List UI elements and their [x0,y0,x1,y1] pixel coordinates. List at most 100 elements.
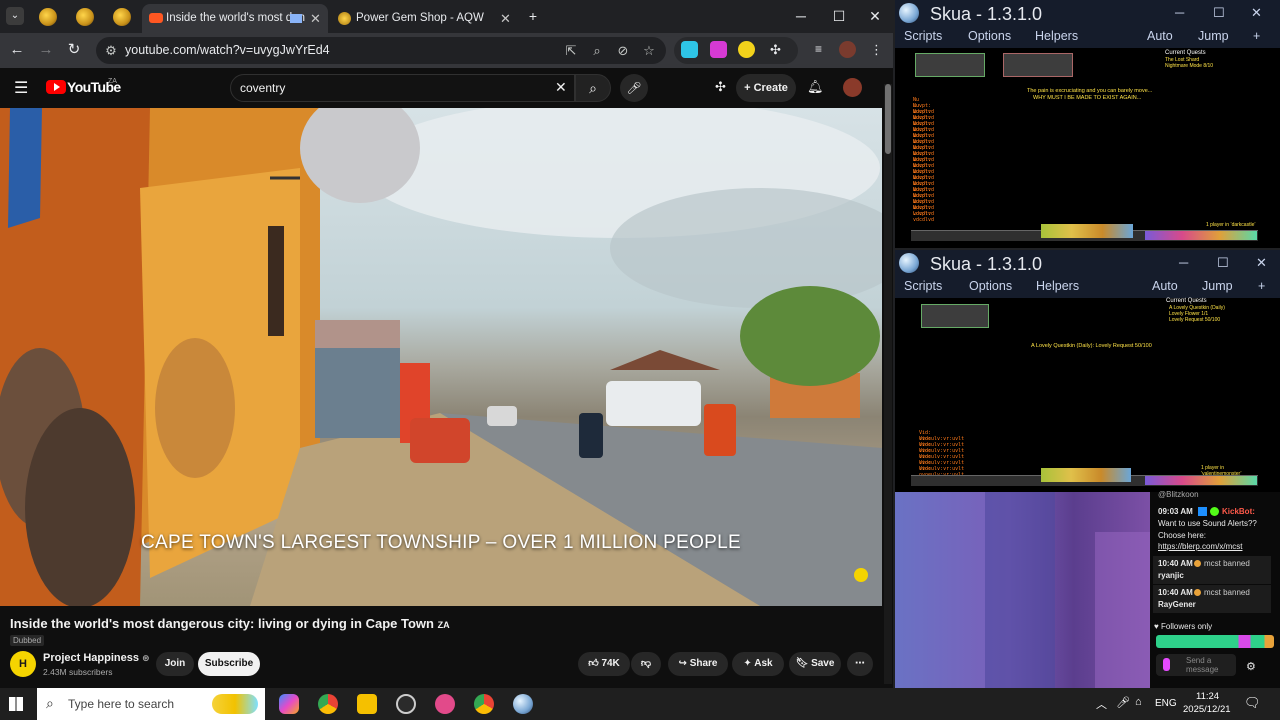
tray-microphone-icon[interactable]: 🎤︎ [1116,696,1130,709]
join-button[interactable]: Join [156,652,194,676]
skua-menu-helpers[interactable]: Helpers [1035,29,1078,43]
minimize-button[interactable]: ─ [790,6,812,26]
search-button[interactable]: ⌕ [575,74,611,102]
skua-menu-jump[interactable]: Jump [1198,29,1229,43]
skua-maximize-button[interactable]: ☐ [1217,255,1229,271]
skua-close-button[interactable]: ✕ [1251,5,1262,21]
skua-menu-auto[interactable]: Auto [1147,29,1173,43]
youtube-logo-icon[interactable] [46,80,66,94]
menu-icons[interactable] [1145,231,1257,240]
create-button[interactable]: + Create [736,74,796,102]
address-bar[interactable]: ⚙ youtube.com/watch?v=uvygJwYrEd4 ⇱ ⌕ ⊘ … [96,37,666,64]
account-avatar[interactable] [843,78,862,97]
pinned-tab-icon[interactable] [39,8,57,26]
microphone-icon[interactable]: 🎤︎ [620,74,648,102]
skua-menu-scripts[interactable]: Scripts [904,279,942,293]
puzzle-extensions-icon[interactable]: ✣ [767,41,784,58]
channel-avatar[interactable]: H [10,651,36,677]
chat-username[interactable]: RayGener [1158,600,1196,609]
notifications-icon[interactable]: 🗨︎ [1244,695,1261,711]
chrome-profile-icon[interactable] [474,694,494,714]
extension-puzzle-icon[interactable]: ✣ [715,79,726,95]
chat-username[interactable]: KickBot: [1222,507,1255,516]
clear-search-icon[interactable]: ✕ [555,79,567,96]
chrome-icon[interactable] [318,694,338,714]
reload-icon[interactable]: ↻ [64,40,84,60]
skua-menu-auto[interactable]: Auto [1152,279,1178,293]
taskbar-search-input[interactable]: ⌕ Type here to search [37,688,265,720]
site-info-icon[interactable]: ⚙ [102,42,120,60]
file-explorer-icon[interactable] [357,694,377,714]
pinned-tab-icon[interactable] [113,8,131,26]
hamburger-menu-icon[interactable]: ☰ [14,78,28,98]
chat-settings-icon[interactable]: ⚙ [1246,660,1256,673]
clock-date[interactable]: 2025/12/21 [1183,704,1231,715]
page-scrollbar[interactable] [884,84,892,684]
skua-minimize-button[interactable]: ─ [1175,5,1184,20]
more-actions-button[interactable]: ⋯ [847,652,873,676]
subscribe-button[interactable]: Subscribe [198,652,260,676]
skua-add-button[interactable]: + [1258,279,1265,293]
skua-add-button[interactable]: + [1253,29,1260,43]
tray-network-icon[interactable]: ⌂ [1135,696,1142,708]
skua-menu-jump[interactable]: Jump [1202,279,1233,293]
skill-icons[interactable] [1041,468,1131,482]
channel-name[interactable]: Project Happiness ⊛ [43,652,150,664]
extension-icon[interactable] [738,41,755,58]
zoom-icon[interactable]: ⌕ [588,42,606,60]
skua-menu-options[interactable]: Options [968,29,1011,43]
profile-avatar[interactable] [839,41,856,58]
tab-youtube[interactable]: Inside the world's most dan ✕ [142,4,328,33]
media-controls-icon[interactable]: ≡ [810,41,827,58]
ask-button[interactable]: ✦ Ask [732,652,784,676]
tab-search-button[interactable]: ⌄ [6,7,24,25]
like-button[interactable]: 👍︎ 74K [578,652,630,676]
obs-icon[interactable] [396,694,416,714]
game-view[interactable]: Current Quests The Lost Shard Nightmare … [911,48,1261,246]
clock-time[interactable]: 11:24 [1196,691,1219,702]
extension-icon[interactable] [710,41,727,58]
log-line: Nu Luvpt: vdcdlvd [913,205,935,223]
tray-chevron-icon[interactable]: ︿ [1096,696,1107,712]
notifications-bell-icon[interactable]: 🔔︎ [807,79,824,95]
save-button[interactable]: 🔖︎ Save [789,652,841,676]
language-indicator[interactable]: ENG [1155,698,1177,709]
close-tab-icon[interactable]: ✕ [500,4,511,33]
forward-icon[interactable]: → [36,40,56,60]
copilot-icon[interactable] [279,694,299,714]
emote-row[interactable] [1156,635,1274,648]
chat-username[interactable]: ryanjic [1158,571,1184,580]
tracking-blocked-icon[interactable]: ⊘ [614,42,632,60]
skua-taskbar-icon[interactable] [513,694,533,714]
skua-minimize-button[interactable]: ─ [1179,255,1188,270]
stream-video[interactable] [895,492,1150,688]
skua-maximize-button[interactable]: ☐ [1213,5,1225,21]
maximize-button[interactable]: ☐ [828,6,850,26]
bookmark-star-icon[interactable]: ☆ [640,42,658,60]
install-app-icon[interactable]: ⇱ [562,42,580,60]
skua-menu-options[interactable]: Options [969,279,1012,293]
microphone-icon[interactable] [1163,658,1170,671]
share-button[interactable]: ↪ Share [668,652,728,676]
search-input[interactable]: coventry ✕ [230,74,575,102]
dislike-button[interactable]: 👎︎ [631,652,661,676]
pinned-tab-icon[interactable] [76,8,94,26]
extension-icon[interactable] [681,41,698,58]
scrollbar-thumb[interactable] [885,84,891,154]
menu-icons[interactable] [1145,476,1257,485]
new-tab-button[interactable]: + [522,6,544,26]
back-icon[interactable]: ← [7,40,27,60]
snipping-tool-icon[interactable] [435,694,455,714]
skua-menu-scripts[interactable]: Scripts [904,29,942,43]
tab-power-gem-shop[interactable]: Power Gem Shop - AQW ✕ [332,4,520,33]
skua-menu-helpers[interactable]: Helpers [1036,279,1079,293]
chrome-menu-icon[interactable]: ⋮ [868,41,885,58]
video-player[interactable]: CAPE TOWN'S LARGEST TOWNSHIP – OVER 1 MI… [0,108,882,606]
windows-start-icon[interactable] [9,697,23,711]
close-window-button[interactable]: ✕ [864,6,886,26]
send-message-input[interactable]: Send a message [1156,654,1236,676]
skill-icons[interactable] [1041,224,1133,238]
close-tab-icon[interactable]: ✕ [310,4,321,33]
chat-link[interactable]: https://blerp.com/x/mcst [1158,542,1242,551]
skua-close-button[interactable]: ✕ [1256,255,1267,271]
